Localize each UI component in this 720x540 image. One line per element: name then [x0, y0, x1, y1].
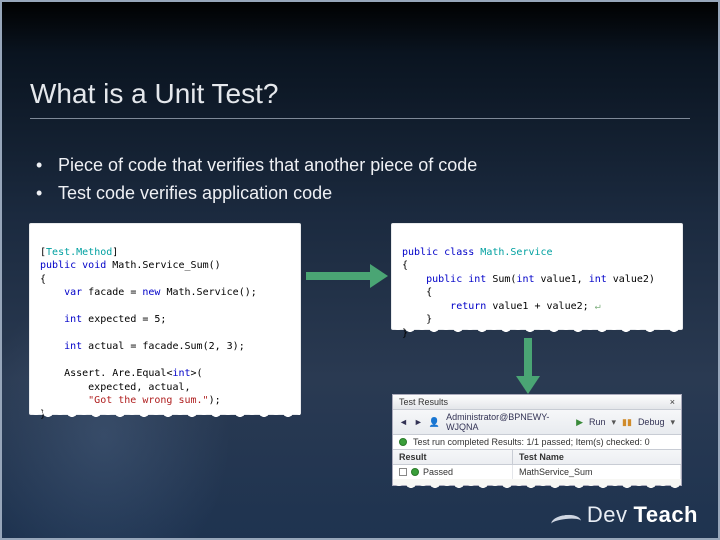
- debug-icon: ▮▮: [622, 417, 632, 428]
- nav-fwd-icon: ►: [414, 417, 423, 427]
- code-keyword: return: [450, 301, 486, 312]
- arrow-down-icon: [520, 338, 536, 392]
- run-play-icon: ▶: [576, 417, 583, 428]
- user-icon: 👤: [429, 417, 440, 428]
- pass-icon: [411, 468, 419, 476]
- code-text: Math.Service();: [160, 287, 256, 298]
- code-text: );: [209, 395, 221, 406]
- logo-swoosh-icon: [550, 513, 581, 528]
- code-attribute: Test.Method: [46, 247, 112, 258]
- test-results-row: Passed MathService_Sum: [393, 465, 681, 479]
- checkbox-icon: [399, 468, 407, 476]
- summary-text: Test run completed Results: 1/1 passed; …: [413, 437, 650, 447]
- test-results-title: Test Results: [399, 397, 448, 407]
- code-keyword: int: [468, 274, 486, 285]
- run-label: Run: [589, 417, 606, 427]
- code-keyword: class: [444, 247, 474, 258]
- code-text: }: [40, 409, 46, 420]
- code-text: value1,: [535, 274, 589, 285]
- code-text: expected, actual,: [40, 382, 191, 393]
- test-results-toolbar: ◄ ► 👤 Administrator@BPNEWY-WJQNA ▶ Run ▾…: [393, 410, 681, 435]
- slide-title: What is a Unit Test?: [30, 78, 690, 110]
- code-text: }: [402, 328, 408, 339]
- code-text: value2): [607, 274, 655, 285]
- devteach-logo: DevTeach: [551, 502, 698, 528]
- code-keyword: public: [426, 274, 462, 285]
- code-text: {: [402, 287, 432, 298]
- test-results-header-row: Result Test Name: [393, 450, 681, 465]
- code-keyword: int: [64, 314, 82, 325]
- debug-label: Debug: [638, 417, 665, 427]
- test-results-titlebar: Test Results ×: [393, 395, 681, 410]
- code-keyword: public: [40, 260, 76, 271]
- code-text: Sum(: [492, 274, 516, 285]
- bullet-item: Piece of code that verifies that another…: [30, 152, 690, 178]
- code-string: "Got the wrong sum.": [40, 395, 209, 406]
- code-text: >(: [191, 368, 203, 379]
- code-keyword: public: [402, 247, 438, 258]
- nav-back-icon: ◄: [399, 417, 408, 427]
- code-text: value1 + value2;: [486, 301, 588, 312]
- code-text: Math.Service_Sum(): [112, 260, 220, 271]
- code-text: {: [402, 260, 408, 271]
- test-results-panel: Test Results × ◄ ► 👤 Administrator@BPNEW…: [392, 394, 682, 486]
- user-host-label: Administrator@BPNEWY-WJQNA: [446, 412, 570, 432]
- test-code-snippet: [Test.Method] public void Math.Service_S…: [30, 224, 300, 414]
- cell-test-name: MathService_Sum: [513, 465, 681, 479]
- code-text: {: [40, 274, 46, 285]
- code-text: expected = 5;: [82, 314, 166, 325]
- close-icon: ×: [670, 397, 675, 407]
- code-keyword: void: [82, 260, 106, 271]
- code-keyword: new: [142, 287, 160, 298]
- test-results-summary: Test run completed Results: 1/1 passed; …: [393, 435, 681, 450]
- code-text: }: [402, 314, 432, 325]
- paragraph-mark-icon: ↵: [589, 301, 601, 312]
- code-keyword: var: [64, 287, 82, 298]
- code-text: ]: [112, 247, 118, 258]
- bullet-item: Test code verifies application code: [30, 180, 690, 206]
- column-result: Result: [393, 450, 513, 464]
- success-icon: [399, 438, 407, 446]
- code-text: facade =: [82, 287, 142, 298]
- app-code-snippet: public class Math.Service { public int S…: [392, 224, 682, 329]
- arrow-right-icon: [306, 268, 386, 284]
- column-test-name: Test Name: [513, 450, 681, 464]
- logo-dev: Dev: [587, 502, 628, 528]
- code-text: Assert. Are.Equal<: [64, 368, 172, 379]
- code-keyword: int: [516, 274, 534, 285]
- code-classname: Math.Service: [480, 247, 552, 258]
- bullet-list: Piece of code that verifies that another…: [30, 152, 690, 208]
- code-text: actual = facade.Sum(2, 3);: [82, 341, 245, 352]
- cell-result: Passed: [423, 467, 453, 477]
- code-keyword: int: [172, 368, 190, 379]
- title-container: What is a Unit Test?: [30, 78, 690, 119]
- logo-teach: Teach: [634, 502, 698, 528]
- code-keyword: int: [589, 274, 607, 285]
- code-keyword: int: [64, 341, 82, 352]
